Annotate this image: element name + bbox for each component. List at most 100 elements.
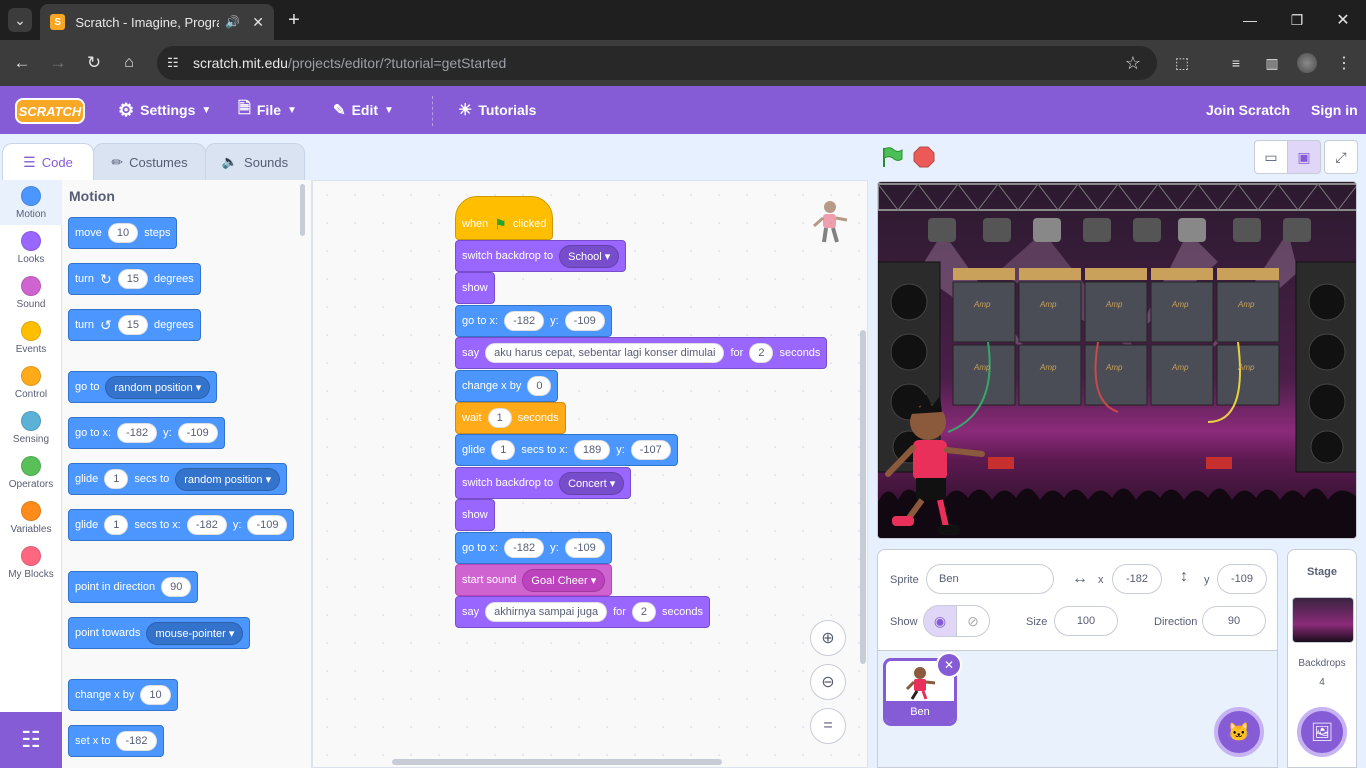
zoom-reset-button[interactable]: = — [810, 708, 846, 744]
secs-input[interactable]: 1 — [491, 440, 516, 460]
degrees-input[interactable]: 15 — [117, 269, 148, 289]
secs-input[interactable]: 1 — [487, 408, 512, 428]
category-looks[interactable]: Looks — [0, 225, 62, 270]
message-input[interactable]: aku harus cepat, sebentar lagi konser di… — [485, 343, 725, 363]
go-to-xy-block[interactable]: go to x: -182 y: -109 — [455, 305, 612, 337]
add-extension-button[interactable]: ☷ — [0, 712, 62, 768]
category-operators[interactable]: Operators — [0, 450, 62, 495]
script-vertical-scrollbar[interactable] — [860, 330, 866, 664]
scratch-logo[interactable]: SCRATCH — [15, 98, 85, 124]
small-stage-button[interactable]: ▭ — [1254, 140, 1288, 174]
zoom-out-button[interactable]: ⊖ — [810, 664, 846, 700]
point-towards-block[interactable]: point towards mouse-pointer ▾ — [68, 617, 251, 649]
target-dropdown[interactable]: mouse-pointer ▾ — [146, 621, 244, 645]
back-icon[interactable]: ← — [12, 53, 32, 73]
steps-input[interactable]: 10 — [107, 223, 139, 243]
when-flag-clicked-block[interactable]: when ⚑ clicked — [455, 196, 554, 240]
go-to-xy-block[interactable]: go to x: -182 y: -109 — [68, 417, 225, 449]
glide-random-block[interactable]: glide 1 secs to random position ▾ — [68, 463, 288, 495]
extensions-icon[interactable]: ⬚ — [1172, 53, 1192, 73]
browser-menu-icon[interactable]: ⋮ — [1334, 53, 1354, 73]
go-to-block[interactable]: go to random position ▾ — [68, 371, 218, 403]
restore-icon[interactable]: ❐ — [1287, 10, 1307, 30]
degrees-input[interactable]: 15 — [117, 315, 148, 335]
category-sensing[interactable]: Sensing — [0, 405, 62, 450]
sprite-name-input[interactable]: Ben — [926, 564, 1054, 594]
backdrop-dropdown[interactable]: Concert ▾ — [559, 471, 625, 495]
tab-search-icon[interactable]: ⌄ — [8, 8, 32, 32]
glide-xy-block[interactable]: glide 1 secs to x: -182 y: -109 — [68, 509, 295, 541]
site-info-icon[interactable]: ☷ — [167, 55, 179, 71]
bookmark-star-icon[interactable]: ☆ — [1125, 53, 1141, 74]
file-menu[interactable]: 🗎 File ▼ — [238, 86, 297, 134]
browser-tab[interactable]: S Scratch - Imagine, Program, 🔊 ✕ — [40, 4, 274, 40]
wait-block[interactable]: wait 1 seconds — [455, 402, 566, 434]
stop-button[interactable] — [913, 146, 935, 168]
home-icon[interactable]: ⌂ — [119, 53, 139, 73]
y-input[interactable]: -109 — [564, 538, 605, 558]
forward-icon[interactable]: → — [48, 53, 68, 73]
reload-icon[interactable]: ↻ — [84, 53, 104, 73]
turn-right-block[interactable]: turn ↻ 15 degrees — [68, 263, 201, 295]
glide-xy-block[interactable]: glide 1 secs to x: 189 y: -107 — [455, 434, 678, 466]
media-control-icon[interactable]: ≡ — [1226, 53, 1246, 73]
secs-input[interactable]: 1 — [104, 469, 129, 489]
x-input[interactable]: 189 — [573, 440, 611, 460]
x-input[interactable]: -182 — [504, 538, 545, 558]
set-x-block[interactable]: set x to -182 — [68, 725, 164, 757]
zoom-in-button[interactable]: ⊕ — [810, 620, 846, 656]
edit-menu[interactable]: ✎ Edit ▼ — [333, 86, 394, 134]
profile-avatar[interactable] — [1297, 53, 1317, 73]
show-visible-button[interactable]: ◉ — [923, 605, 957, 637]
choose-backdrop-button[interactable]: 🖼 — [1297, 707, 1347, 757]
backdrop-dropdown[interactable]: School ▾ — [559, 244, 620, 268]
delete-sprite-button[interactable]: ✕ — [936, 652, 962, 678]
go-to-xy-block[interactable]: go to x: -182 y: -109 — [455, 532, 612, 564]
category-motion[interactable]: Motion — [0, 180, 62, 225]
category-sound[interactable]: Sound — [0, 270, 62, 315]
point-direction-block[interactable]: point in direction 90 — [68, 571, 199, 603]
stage-canvas[interactable]: Amp Amp Amp Amp Amp Amp Amp Amp Amp Amp — [877, 181, 1357, 539]
move-steps-block[interactable]: move 10 steps — [68, 217, 178, 249]
category-control[interactable]: Control — [0, 360, 62, 405]
close-window-icon[interactable]: ✕ — [1333, 10, 1353, 30]
script-horizontal-scrollbar[interactable] — [392, 759, 722, 765]
x-input[interactable]: -182 — [117, 423, 158, 443]
category-variables[interactable]: Variables — [0, 495, 62, 540]
say-for-secs-block[interactable]: say aku harus cepat, sebentar lagi konser… — [455, 337, 828, 369]
y-input[interactable]: -109 — [247, 515, 288, 535]
change-x-block[interactable]: change x by 10 — [68, 679, 178, 711]
start-sound-block[interactable]: start sound Goal Cheer ▾ — [455, 564, 613, 596]
tab-sounds[interactable]: 🔈 Sounds — [205, 143, 305, 180]
message-input[interactable]: akhirnya sampai juga — [485, 602, 608, 622]
show-block[interactable]: show — [455, 499, 495, 531]
secs-input[interactable]: 2 — [631, 602, 657, 622]
change-x-block[interactable]: change x by 0 — [455, 370, 559, 402]
show-hidden-button[interactable]: ⊘ — [956, 605, 990, 637]
tab-code[interactable]: ☰ Code — [2, 143, 94, 181]
x-input[interactable]: -182 — [504, 311, 545, 331]
sign-in-link[interactable]: Sign in — [1311, 86, 1358, 134]
y-input[interactable]: -107 — [630, 440, 671, 460]
tab-costumes[interactable]: ✏ Costumes — [93, 143, 206, 180]
y-input[interactable]: -109 — [1217, 564, 1267, 594]
url-field[interactable]: ☷ scratch.mit.edu/projects/editor/?tutor… — [157, 46, 1157, 80]
size-input[interactable]: 100 — [1054, 606, 1118, 636]
direction-input[interactable]: 90 — [1202, 606, 1266, 636]
switch-backdrop-block[interactable]: switch backdrop to Concert ▾ — [455, 467, 632, 499]
minimize-icon[interactable]: — — [1240, 10, 1260, 30]
new-tab-icon[interactable]: + — [282, 8, 306, 32]
x-input[interactable]: 10 — [140, 685, 171, 705]
close-tab-icon[interactable]: ✕ — [252, 14, 264, 31]
target-dropdown[interactable]: random position ▾ — [105, 375, 211, 399]
x-input[interactable]: -182 — [116, 731, 157, 751]
direction-input[interactable]: 90 — [161, 577, 192, 597]
y-input[interactable]: -109 — [564, 311, 605, 331]
fullscreen-button[interactable]: ⤢ — [1324, 140, 1358, 174]
say-for-secs-block[interactable]: say akhirnya sampai juga for 2 seconds — [455, 596, 711, 628]
target-dropdown[interactable]: random position ▾ — [175, 467, 281, 491]
join-scratch-link[interactable]: Join Scratch — [1206, 86, 1290, 134]
choose-sprite-button[interactable]: 🐱 — [1214, 707, 1264, 757]
secs-input[interactable]: 2 — [749, 343, 774, 363]
audio-playing-icon[interactable]: 🔊 — [225, 15, 240, 29]
